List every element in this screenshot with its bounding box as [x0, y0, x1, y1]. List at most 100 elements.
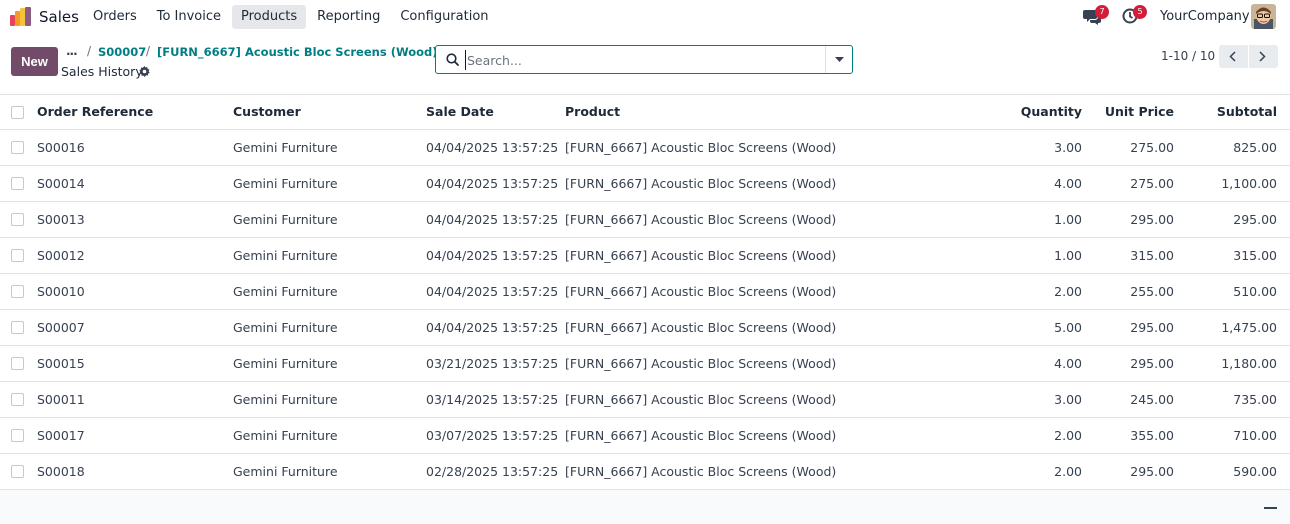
menu-products[interactable]: Products [232, 5, 307, 29]
unit-price: 295.00 [1130, 320, 1174, 335]
subtotal: 1,100.00 [1221, 176, 1277, 191]
table-row[interactable]: S00012 Gemini Furniture 04/04/2025 13:57… [0, 238, 1290, 274]
subtotal: 590.00 [1233, 464, 1277, 479]
top-navbar: Sales Orders To Invoice Products Reporti… [0, 0, 1290, 34]
subtotal: 825.00 [1233, 140, 1277, 155]
search-options-toggle[interactable] [825, 46, 852, 73]
chevron-right-icon [1259, 51, 1266, 62]
column-sale-date[interactable]: Sale Date [426, 95, 494, 129]
search-bar [435, 45, 853, 74]
messages-badge: 7 [1095, 5, 1109, 19]
sale-date: 03/14/2025 13:57:25 [426, 392, 559, 407]
sale-date: 04/04/2025 13:57:25 [426, 176, 559, 191]
user-avatar[interactable] [1251, 4, 1276, 29]
sale-date: 04/04/2025 13:57:25 [426, 212, 559, 227]
quantity: 4.00 [1054, 176, 1082, 191]
quantity: 3.00 [1054, 140, 1082, 155]
table-row[interactable]: S00010 Gemini Furniture 04/04/2025 13:57… [0, 274, 1290, 310]
product: [FURN_6667] Acoustic Bloc Screens (Wood) [565, 464, 837, 479]
order-reference: S00014 [37, 176, 85, 191]
minimize-icon[interactable] [1264, 507, 1277, 509]
subtotal: 315.00 [1233, 248, 1277, 263]
table-row[interactable]: S00016 Gemini Furniture 04/04/2025 13:57… [0, 130, 1290, 166]
row-checkbox[interactable] [11, 357, 24, 370]
menu-reporting[interactable]: Reporting [308, 5, 389, 29]
row-checkbox[interactable] [11, 177, 24, 190]
sale-date: 04/04/2025 13:57:25 [426, 248, 559, 263]
table-row[interactable]: S00013 Gemini Furniture 04/04/2025 13:57… [0, 202, 1290, 238]
sale-date: 04/04/2025 13:57:25 [426, 320, 559, 335]
menu-orders[interactable]: Orders [84, 5, 146, 29]
quantity: 1.00 [1054, 248, 1082, 263]
column-quantity[interactable]: Quantity [1021, 95, 1082, 129]
column-unit-price[interactable]: Unit Price [1105, 95, 1174, 129]
main-menu: Orders To Invoice Products Reporting Con… [84, 5, 498, 29]
chevron-left-icon [1229, 51, 1236, 62]
column-subtotal[interactable]: Subtotal [1217, 95, 1277, 129]
row-checkbox[interactable] [11, 249, 24, 262]
new-button[interactable]: New [11, 47, 58, 76]
column-order-reference[interactable]: Order Reference [37, 95, 153, 129]
row-checkbox[interactable] [11, 393, 24, 406]
company-switcher[interactable]: YourCompany [1160, 9, 1250, 24]
table-row[interactable]: S00015 Gemini Furniture 03/21/2025 13:57… [0, 346, 1290, 382]
sales-app-icon[interactable] [10, 7, 31, 26]
row-checkbox[interactable] [11, 141, 24, 154]
row-checkbox[interactable] [11, 213, 24, 226]
sale-date: 02/28/2025 13:57:25 [426, 464, 559, 479]
select-all-checkbox[interactable] [11, 106, 24, 119]
page-title: Sales History [61, 64, 143, 79]
sale-date: 03/07/2025 13:57:25 [426, 428, 559, 443]
app-name[interactable]: Sales [39, 8, 79, 26]
customer: Gemini Furniture [233, 140, 338, 155]
pager-value[interactable]: 1-10 / 10 [1161, 49, 1215, 63]
product: [FURN_6667] Acoustic Bloc Screens (Wood) [565, 176, 837, 191]
activities-badge: 5 [1133, 5, 1147, 19]
order-reference: S00016 [37, 140, 85, 155]
breadcrumb-product[interactable]: [FURN_6667] Acoustic Bloc Screens (Wood) [157, 45, 438, 59]
unit-price: 295.00 [1130, 212, 1174, 227]
table-row[interactable]: S00018 Gemini Furniture 02/28/2025 13:57… [0, 454, 1290, 490]
subtotal: 295.00 [1233, 212, 1277, 227]
order-reference: S00010 [37, 284, 85, 299]
unit-price: 275.00 [1130, 176, 1174, 191]
row-checkbox[interactable] [11, 429, 24, 442]
unit-price: 315.00 [1130, 248, 1174, 263]
row-checkbox[interactable] [11, 465, 24, 478]
search-input[interactable] [465, 50, 825, 70]
column-product[interactable]: Product [565, 95, 620, 129]
subtotal: 735.00 [1233, 392, 1277, 407]
pager-next-button[interactable] [1249, 45, 1278, 68]
gear-icon[interactable] [139, 66, 150, 77]
table-row[interactable]: S00007 Gemini Furniture 04/04/2025 13:57… [0, 310, 1290, 346]
customer: Gemini Furniture [233, 212, 338, 227]
quantity: 5.00 [1054, 320, 1082, 335]
table-row[interactable]: S00014 Gemini Furniture 04/04/2025 13:57… [0, 166, 1290, 202]
unit-price: 295.00 [1130, 464, 1174, 479]
order-reference: S00013 [37, 212, 85, 227]
row-checkbox[interactable] [11, 285, 24, 298]
breadcrumb-ellipsis[interactable]: ... [66, 44, 78, 58]
row-checkbox[interactable] [11, 321, 24, 334]
product: [FURN_6667] Acoustic Bloc Screens (Wood) [565, 248, 837, 263]
menu-to-invoice[interactable]: To Invoice [148, 5, 230, 29]
unit-price: 245.00 [1130, 392, 1174, 407]
sale-date: 04/04/2025 13:57:25 [426, 140, 559, 155]
breadcrumb-order[interactable]: S00007 [98, 45, 146, 59]
menu-configuration[interactable]: Configuration [391, 5, 497, 29]
order-reference: S00018 [37, 464, 85, 479]
quantity: 2.00 [1054, 284, 1082, 299]
subtotal: 510.00 [1233, 284, 1277, 299]
subtotal: 1,180.00 [1221, 356, 1277, 371]
customer: Gemini Furniture [233, 464, 338, 479]
product: [FURN_6667] Acoustic Bloc Screens (Wood) [565, 320, 837, 335]
unit-price: 295.00 [1130, 356, 1174, 371]
control-panel: New ... / S00007 / [FURN_6667] Acoustic … [0, 34, 1290, 95]
table-row[interactable]: S00011 Gemini Furniture 03/14/2025 13:57… [0, 382, 1290, 418]
quantity: 1.00 [1054, 212, 1082, 227]
pager-previous-button[interactable] [1219, 45, 1248, 68]
table-row[interactable]: S00017 Gemini Furniture 03/07/2025 13:57… [0, 418, 1290, 454]
unit-price: 255.00 [1130, 284, 1174, 299]
quantity: 2.00 [1054, 428, 1082, 443]
column-customer[interactable]: Customer [233, 95, 301, 129]
